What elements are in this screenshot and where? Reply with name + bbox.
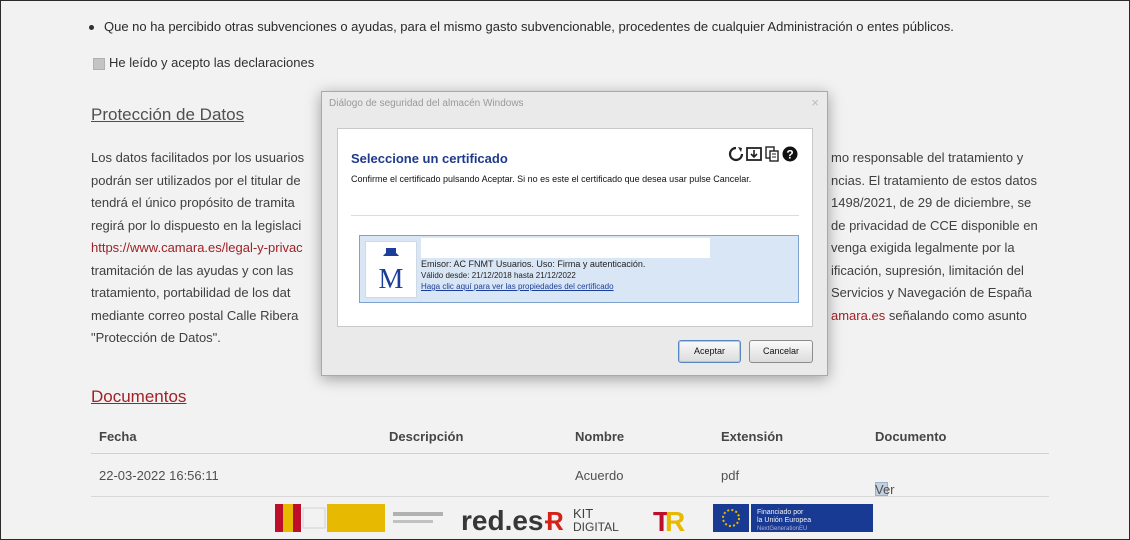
dialog-message: Confirme el certificado pulsando Aceptar… — [351, 174, 752, 184]
browser-viewport: Que no ha percibido otras subvenciones o… — [0, 0, 1130, 540]
cancel-button[interactable]: Cancelar — [749, 340, 813, 363]
dialog-separator — [351, 215, 799, 216]
import-icon[interactable] — [746, 146, 762, 167]
dialog-title: Diálogo de seguridad del almacén Windows — [329, 98, 524, 109]
svg-text:M: M — [379, 264, 404, 295]
dialog-heading: Seleccione un certificado — [351, 151, 508, 166]
certificate-holder-redacted — [421, 238, 710, 258]
dialog-body: Seleccione un certificado ? Confirme el … — [337, 128, 813, 327]
certificate-dialog: Diálogo de seguridad del almacén Windows… — [321, 91, 828, 376]
certificate-list-item[interactable]: M Emisor: AC FNMT Usuarios. Uso: Firma y… — [359, 235, 799, 303]
accept-button[interactable]: Aceptar — [678, 340, 741, 363]
certificate-store-icon[interactable] — [764, 146, 780, 167]
refresh-icon[interactable] — [728, 146, 744, 167]
close-button[interactable]: × — [811, 95, 819, 110]
dialog-toolbar: ? — [728, 146, 798, 168]
fnmt-certificate-icon: M — [365, 241, 417, 298]
certificate-validity: Válido desde: 21/12/2018 hasta 21/12/202… — [421, 271, 576, 280]
help-icon[interactable]: ? — [782, 146, 798, 167]
svg-text:?: ? — [786, 148, 793, 162]
certificate-properties-link[interactable]: Haga clic aquí para ver las propiedades … — [421, 282, 614, 291]
certificate-issuer: Emisor: AC FNMT Usuarios. Uso: Firma y a… — [421, 259, 646, 269]
